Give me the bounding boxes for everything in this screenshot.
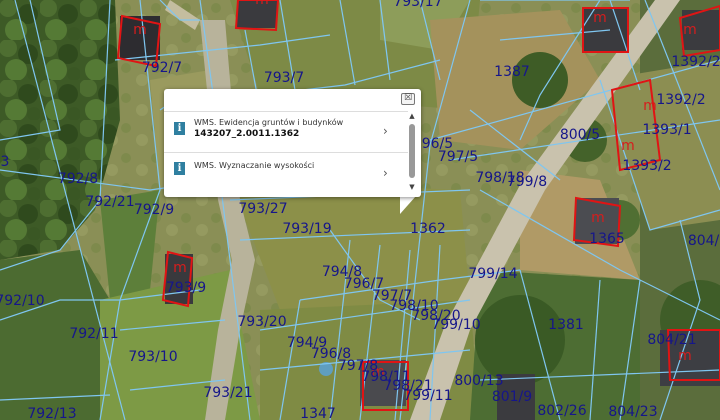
plot-799-8: 799/8 [506,174,548,190]
plot-1392-2: 1392/2 [656,92,706,108]
plot-792-13: 792/13 [27,406,77,420]
plot-801-9: 801/9 [491,389,533,405]
plot-799-14: 799/14 [468,266,518,282]
plot-792-7: 792/7 [141,60,183,76]
building-marker: m [643,98,657,114]
plot-797-5: 797/5 [437,149,479,165]
map-view[interactable]: m m m m m m m m m m 793/17 792/7 793/7 1… [0,0,720,420]
plot-1393-1: 1393/1 [642,122,692,138]
chevron-right-icon[interactable]: › [383,124,388,138]
plot-792-11: 792/11 [69,326,119,342]
plot-793-10: 793/10 [128,349,178,365]
plot-1347: 1347 [300,406,336,420]
building-marker: m [621,138,635,154]
aerial-imagery [0,0,720,420]
parcel-id: 143207_2.0011.1362 [194,129,300,139]
building-marker: m [593,10,607,26]
plot-1392-2-top: 1392/2 [671,54,720,70]
popup-scrollbar[interactable]: ▲ ▼ [407,112,417,192]
building-marker: m [133,22,147,38]
plot-1393-2: 1393/2 [622,158,672,174]
plot-793-7: 793/7 [263,70,305,86]
building-marker: m [255,0,269,8]
plot-1387: 1387 [494,64,530,80]
info-icon: i [174,122,185,135]
result-row-ewidencja[interactable]: i WMS. Ewidencja gruntów i budynków 1432… [164,111,408,152]
plot-1381: 1381 [548,317,584,333]
plot-792-8: 792/8 [57,171,99,187]
scroll-down-icon[interactable]: ▼ [407,183,417,191]
plot-793-27: 793/27 [238,201,288,217]
plot-3: 3 [0,154,10,170]
plot-799-11: 799/11 [403,388,453,404]
plot-1365: 1365 [589,231,625,247]
plot-1362: 1362 [410,221,446,237]
plot-793-9: 793/9 [165,280,207,296]
plot-804-21: 804/21 [647,332,697,348]
plot-800-13: 800/13 [454,373,504,389]
chevron-right-icon[interactable]: › [383,166,388,180]
plot-793-19: 793/19 [282,221,332,237]
info-icon: i [174,162,185,175]
result-row-wysokosci[interactable]: i WMS. Wyznaczanie wysokości › [164,152,408,193]
building-marker: m [678,348,692,364]
result-title: WMS. Ewidencja gruntów i budynków [194,118,344,127]
plot-792-10: 792/10 [0,293,45,309]
building-marker: m [683,22,697,38]
building-marker: m [591,210,605,226]
plot-800-5: 800/5 [559,127,601,143]
scroll-up-icon[interactable]: ▲ [407,112,417,120]
plot-799-10: 799/10 [431,317,481,333]
plot-804-2: 804/2 [687,233,720,249]
plot-802-26: 802/26 [537,403,587,419]
result-title: WMS. Wyznaczanie wysokości [194,161,315,170]
plot-792-9: 792/9 [133,202,175,218]
plot-793-17: 793/17 [393,0,443,10]
popup-pointer [400,196,416,214]
plot-804-23: 804/23 [608,404,658,420]
close-button[interactable]: ☒ [401,93,415,105]
building-marker: m [173,260,187,276]
plot-793-21: 793/21 [203,385,253,401]
feature-info-popup: ☒ i WMS. Ewidencja gruntów i budynków 14… [164,89,421,197]
scrollbar-thumb[interactable] [409,124,415,178]
plot-793-20: 793/20 [237,314,287,330]
plot-792-21: 792/21 [85,194,135,210]
